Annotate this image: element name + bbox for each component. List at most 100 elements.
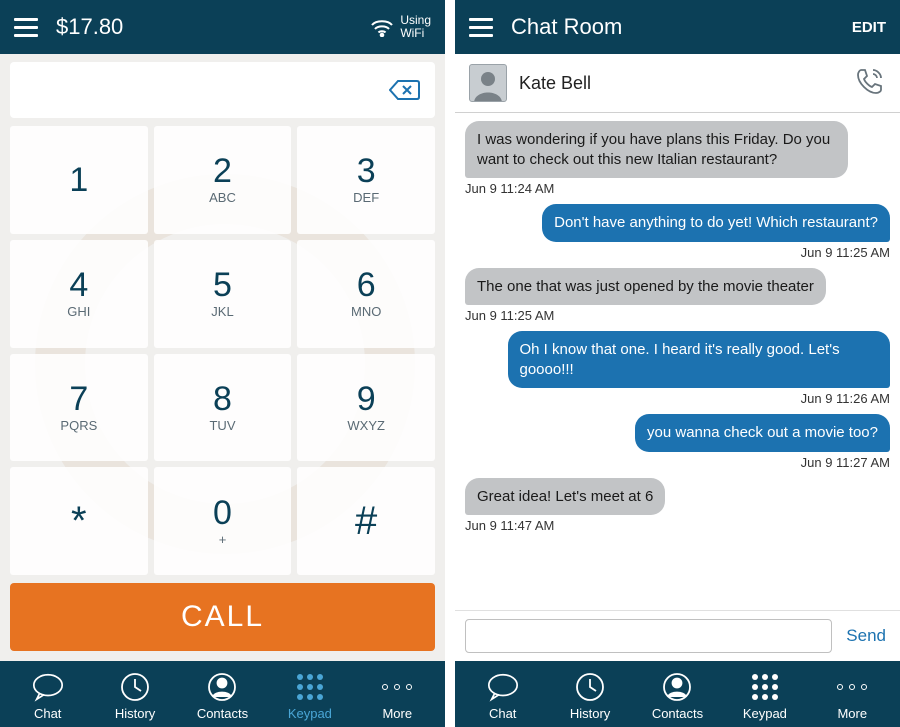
key-letters: + xyxy=(219,532,227,547)
keypad-icon xyxy=(297,674,323,700)
nav-keypad-label: Keypad xyxy=(288,706,332,721)
message-bubble: The one that was just opened by the movi… xyxy=(465,268,826,306)
backspace-icon[interactable] xyxy=(389,78,421,102)
more-icon xyxy=(382,684,412,690)
message-timestamp: Jun 9 11:24 AM xyxy=(465,181,554,196)
key-4[interactable]: 4 GHI xyxy=(10,240,148,348)
key-9[interactable]: 9 WXYZ xyxy=(297,354,435,462)
message-group: you wanna check out a movie too? Jun 9 11… xyxy=(465,414,890,470)
nav-bar-left: Chat History Contacts Keypad More xyxy=(0,661,445,727)
key-digit: 2 xyxy=(213,154,232,188)
nav-keypad[interactable]: Keypad xyxy=(729,670,801,721)
key-digit: 4 xyxy=(69,268,88,302)
nav-chat[interactable]: Chat xyxy=(467,670,539,721)
contact-bar: Kate Bell xyxy=(455,54,900,113)
nav-more-label: More xyxy=(382,706,412,721)
key-0[interactable]: 0+ xyxy=(154,467,292,575)
nav-keypad[interactable]: Keypad xyxy=(274,670,346,721)
key-letters: WXYZ xyxy=(347,418,385,433)
nav-contacts[interactable]: Contacts xyxy=(186,670,258,721)
wifi-status: UsingWiFi xyxy=(370,14,431,40)
key-2[interactable]: 2 ABC xyxy=(154,126,292,234)
header-title: Chat Room xyxy=(511,14,622,40)
key-letters: PQRS xyxy=(60,418,97,433)
menu-icon[interactable] xyxy=(14,18,38,37)
key-1[interactable]: 1 xyxy=(10,126,148,234)
key-#[interactable]: # xyxy=(297,467,435,575)
nav-chat[interactable]: Chat xyxy=(12,670,84,721)
key-digit: # xyxy=(355,501,377,541)
message-timestamp: Jun 9 11:27 AM xyxy=(801,455,890,470)
balance-label: $17.80 xyxy=(56,14,123,40)
nav-chat-label: Chat xyxy=(489,706,516,721)
key-6[interactable]: 6 MNO xyxy=(297,240,435,348)
wifi-icon xyxy=(370,17,394,37)
key-letters: JKL xyxy=(211,304,233,319)
nav-more-label: More xyxy=(837,706,867,721)
key-letters: DEF xyxy=(353,190,379,205)
keypad-icon xyxy=(752,674,778,700)
nav-contacts[interactable]: Contacts xyxy=(641,670,713,721)
message-input[interactable] xyxy=(465,619,832,653)
key-letters: GHI xyxy=(67,304,90,319)
key-digit: 0 xyxy=(213,496,232,530)
nav-more[interactable]: More xyxy=(816,670,888,721)
messages-list[interactable]: I was wondering if you have plans this F… xyxy=(455,113,900,610)
message-timestamp: Jun 9 11:26 AM xyxy=(801,391,890,406)
nav-history[interactable]: History xyxy=(99,670,171,721)
key-digit: * xyxy=(71,501,87,541)
contact-name: Kate Bell xyxy=(519,73,591,94)
key-8[interactable]: 8 TUV xyxy=(154,354,292,462)
phone-chat: Chat Room EDIT Kate Bell I was wondering… xyxy=(455,0,900,727)
key-*[interactable]: * xyxy=(10,467,148,575)
chat-header: Chat Room EDIT xyxy=(455,0,900,54)
message-group: The one that was just opened by the movi… xyxy=(465,268,890,324)
chat-area: Kate Bell I was wondering if you have pl… xyxy=(455,54,900,661)
key-letters: MNO xyxy=(351,304,381,319)
nav-more[interactable]: More xyxy=(361,670,433,721)
key-digit: 6 xyxy=(357,268,376,302)
nav-history-label: History xyxy=(570,706,610,721)
menu-icon[interactable] xyxy=(469,18,493,37)
message-timestamp: Jun 9 11:25 AM xyxy=(465,308,554,323)
call-contact-icon[interactable] xyxy=(854,65,886,102)
message-group: Oh I know that one. I heard it's really … xyxy=(465,331,890,406)
message-timestamp: Jun 9 11:25 AM xyxy=(801,245,890,260)
wifi-line2: WiFi xyxy=(400,27,431,40)
key-7[interactable]: 7 PQRS xyxy=(10,354,148,462)
key-digit: 3 xyxy=(357,154,376,188)
nav-bar-right: Chat History Contacts Keypad More xyxy=(455,661,900,727)
key-letters: TUV xyxy=(209,418,235,433)
edit-button[interactable]: EDIT xyxy=(852,19,886,36)
input-row: Send xyxy=(455,610,900,661)
nav-contacts-label: Contacts xyxy=(652,706,703,721)
nav-keypad-label: Keypad xyxy=(743,706,787,721)
message-group: Great idea! Let's meet at 6Jun 9 11:47 A… xyxy=(465,478,890,534)
phone-dialer: $17.80 UsingWiFi 1 2 ABC 3 DEF 4 GHI 5 JKL 6 MNO 7 P… xyxy=(0,0,445,727)
keypad-grid: 12ABC3DEF4GHI5JKL6MNO7PQRS8TUV9WXYZ*0+# xyxy=(10,126,435,575)
send-button[interactable]: Send xyxy=(842,626,890,646)
key-3[interactable]: 3 DEF xyxy=(297,126,435,234)
message-group: Don't have anything to do yet! Which res… xyxy=(465,204,890,260)
dial-area: 12ABC3DEF4GHI5JKL6MNO7PQRS8TUV9WXYZ*0+# … xyxy=(0,54,445,661)
nav-history[interactable]: History xyxy=(554,670,626,721)
message-bubble: I was wondering if you have plans this F… xyxy=(465,121,848,178)
call-button[interactable]: CALL xyxy=(10,583,435,651)
nav-chat-label: Chat xyxy=(34,706,61,721)
message-timestamp: Jun 9 11:47 AM xyxy=(465,518,554,533)
nav-history-label: History xyxy=(115,706,155,721)
key-digit: 9 xyxy=(357,382,376,416)
message-group: I was wondering if you have plans this F… xyxy=(465,121,890,196)
key-digit: 1 xyxy=(69,163,88,197)
key-digit: 8 xyxy=(213,382,232,416)
message-bubble: you wanna check out a movie too? xyxy=(635,414,890,452)
nav-contacts-label: Contacts xyxy=(197,706,248,721)
number-display xyxy=(10,62,435,118)
dialer-header: $17.80 UsingWiFi xyxy=(0,0,445,54)
message-bubble: Don't have anything to do yet! Which res… xyxy=(542,204,890,242)
key-letters: ABC xyxy=(209,190,236,205)
key-digit: 7 xyxy=(69,382,88,416)
key-digit: 5 xyxy=(213,268,232,302)
screen-divider xyxy=(445,0,455,727)
key-5[interactable]: 5 JKL xyxy=(154,240,292,348)
